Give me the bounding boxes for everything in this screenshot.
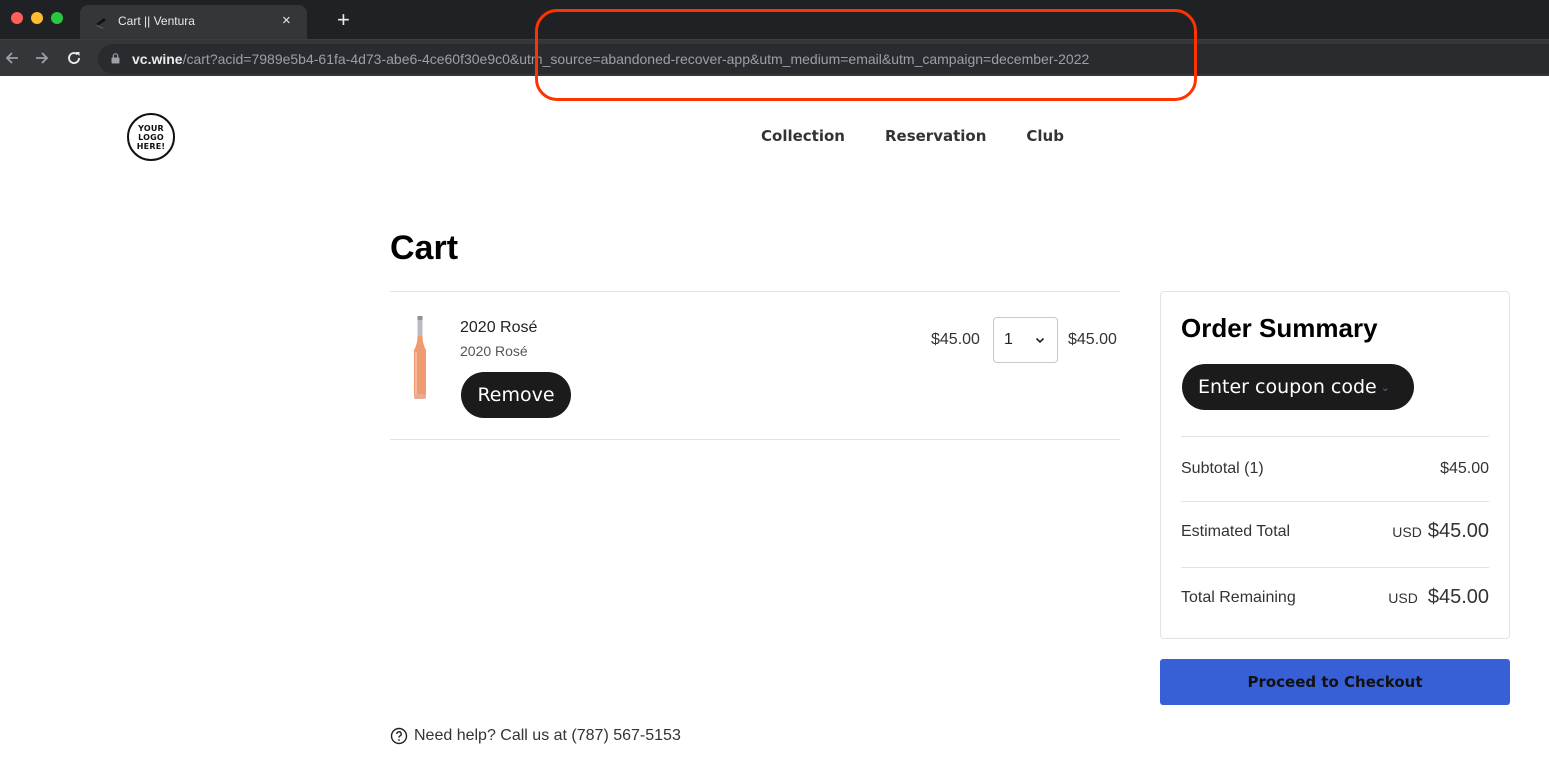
url-path: /cart?acid=7989e5b4-61fa-4d73-abe6-4ce60…: [182, 51, 1090, 67]
quantity-select[interactable]: 1: [993, 317, 1058, 363]
order-summary: Order Summary Enter coupon code ⌄ Subtota…: [1160, 291, 1510, 639]
url-text: vc.wine/cart?acid=7989e5b4-61fa-4d73-abe…: [132, 51, 1089, 67]
forward-button[interactable]: [34, 46, 50, 71]
arrow-right-icon: [36, 52, 49, 64]
product-image: [414, 316, 426, 399]
total-remaining-label: Total Remaining: [1181, 589, 1296, 606]
minimize-window-button[interactable]: [31, 12, 43, 24]
tab-title: Cart || Ventura: [118, 14, 195, 28]
question-circle-icon: [390, 727, 408, 745]
subtotal-value: $45.00: [1440, 460, 1489, 477]
total-remaining-amount: $45.00: [1427, 586, 1489, 608]
address-bar[interactable]: vc.wine/cart?acid=7989e5b4-61fa-4d73-abe…: [98, 44, 1549, 74]
main-nav: Collection Reservation Club: [761, 127, 1064, 145]
total-remaining-value: USD $45.00: [1388, 586, 1489, 609]
divider: [1181, 501, 1489, 502]
browser-chrome: Cart || Ventura × + vc.wine/cart?acid=79…: [0, 0, 1549, 76]
chevron-down-icon: ⌄: [1380, 381, 1390, 394]
reload-icon: [68, 52, 80, 64]
nav-club[interactable]: Club: [1026, 127, 1064, 145]
site-logo[interactable]: YOUR LOGO HERE!: [127, 113, 175, 161]
favicon-icon: [96, 18, 106, 29]
url-host: vc.wine: [132, 51, 183, 67]
new-tab-button[interactable]: +: [337, 8, 350, 32]
tab-strip: Cart || Ventura × +: [0, 0, 1549, 40]
divider: [1181, 567, 1489, 568]
unit-price: $45.00: [931, 331, 980, 348]
logo-text: YOUR LOGO HERE!: [136, 123, 166, 151]
nav-collection[interactable]: Collection: [761, 127, 845, 145]
lock-icon: [111, 53, 120, 64]
arrow-left-icon: [5, 52, 18, 64]
chevron-down-icon: [1035, 337, 1045, 344]
close-window-button[interactable]: [11, 12, 23, 24]
remove-button[interactable]: Remove: [461, 372, 571, 418]
summary-title: Order Summary: [1181, 313, 1378, 343]
proceed-to-checkout-button[interactable]: Proceed to Checkout: [1160, 659, 1510, 705]
item-subtitle: 2020 Rosé: [460, 343, 528, 359]
currency-code: USD: [1392, 524, 1422, 540]
page-title: Cart: [390, 229, 459, 267]
maximize-window-button[interactable]: [51, 12, 63, 24]
coupon-toggle-button[interactable]: Enter coupon code ⌄: [1182, 364, 1414, 410]
back-button[interactable]: [4, 46, 20, 71]
currency-code: USD: [1388, 590, 1418, 606]
item-name[interactable]: 2020 Rosé: [460, 319, 537, 337]
divider: [1181, 436, 1489, 437]
coupon-label: Enter coupon code: [1198, 376, 1377, 398]
estimated-total-amount: $45.00: [1427, 520, 1489, 542]
tab-close-icon[interactable]: ×: [282, 12, 291, 30]
divider: [390, 439, 1120, 440]
nav-reservation[interactable]: Reservation: [885, 127, 986, 145]
help-line: Need help? Call us at (787) 567-5153: [390, 727, 681, 745]
divider: [390, 291, 1120, 292]
subtotal-label: Subtotal (1): [1181, 460, 1264, 477]
reload-button[interactable]: [66, 46, 82, 71]
browser-toolbar: vc.wine/cart?acid=7989e5b4-61fa-4d73-abe…: [0, 39, 1549, 76]
estimated-total-value: USD $45.00: [1392, 520, 1489, 543]
line-total: $45.00: [1068, 331, 1117, 348]
help-text[interactable]: Need help? Call us at (787) 567-5153: [414, 727, 681, 745]
quantity-value: 1: [1004, 331, 1013, 348]
estimated-total-label: Estimated Total: [1181, 523, 1291, 540]
browser-tab[interactable]: Cart || Ventura ×: [80, 5, 307, 40]
